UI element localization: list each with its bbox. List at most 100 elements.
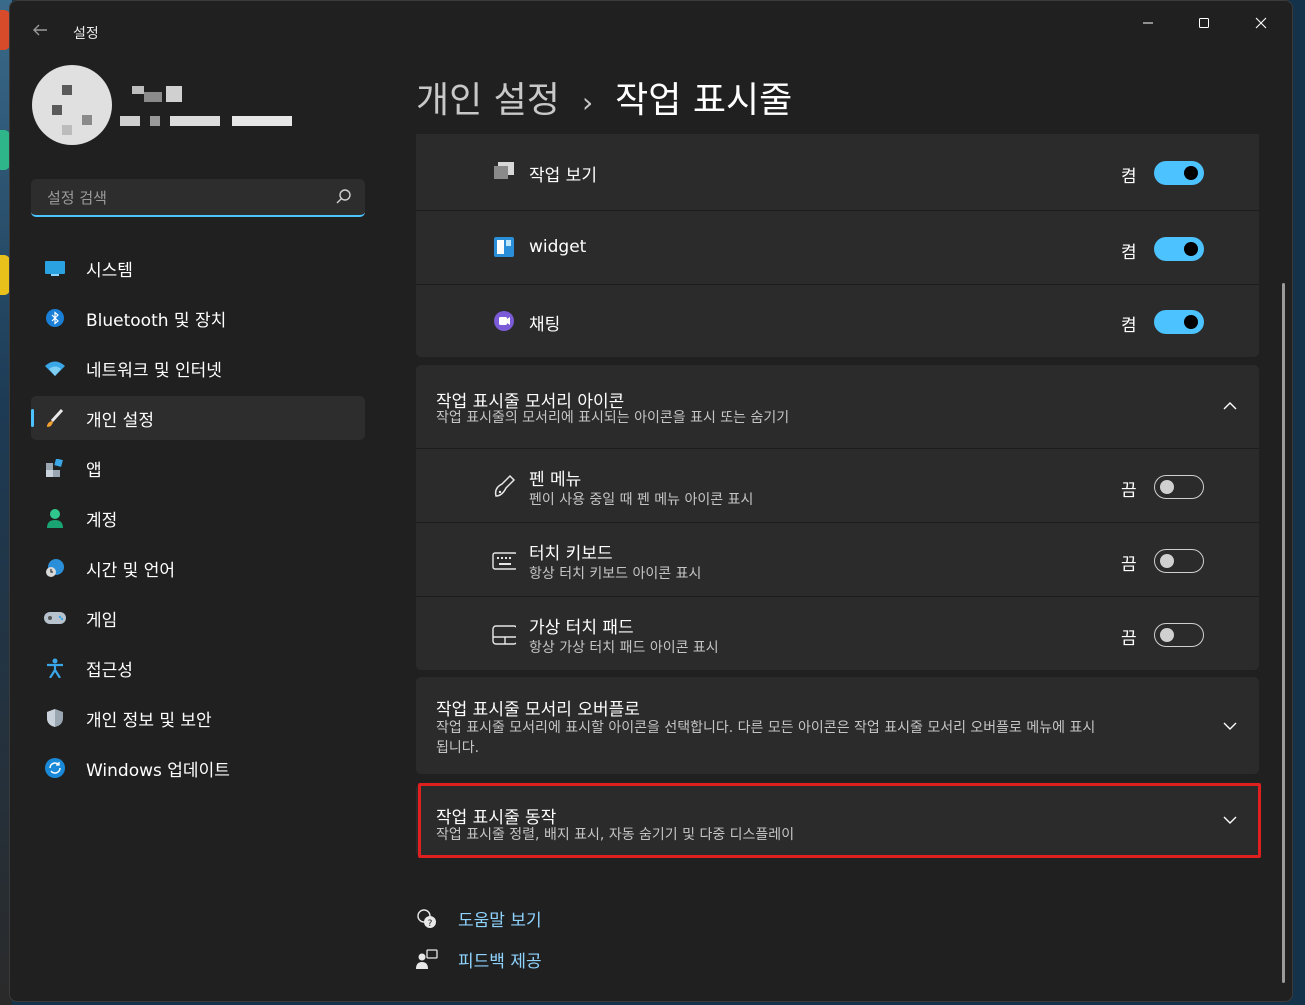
search-input[interactable]: [45, 186, 329, 210]
help-link[interactable]: ? 도움말 보기: [416, 906, 542, 931]
section-subtitle: 작업 표시줄 정렬, 배지 표시, 자동 숨기기 및 다중 디스플레이: [436, 827, 795, 843]
maximize-button[interactable]: [1184, 9, 1224, 37]
toggle-knob: [1160, 554, 1174, 568]
touchpad-icon: [492, 623, 516, 647]
monitor-icon: [44, 257, 66, 279]
setting-title: 채팅: [529, 315, 561, 335]
person-icon: [44, 507, 66, 529]
chat-icon: [492, 309, 516, 333]
toggle-state-label: 끔: [1121, 629, 1137, 649]
setting-row: 펜 메뉴 펜이 사용 중일 때 펜 메뉴 아이콘 표시 끔: [416, 448, 1259, 523]
profile-avatar[interactable]: [32, 65, 112, 145]
back-arrow-icon: [33, 24, 47, 36]
feedback-link[interactable]: 피드백 제공: [416, 947, 542, 972]
minimize-button[interactable]: [1128, 9, 1168, 37]
touch-keyboard-toggle[interactable]: [1154, 549, 1204, 573]
corner-icons-header[interactable]: 작업 표시줄 모서리 아이콘 작업 표시줄의 모서리에 표시되는 아이콘을 표시…: [416, 365, 1259, 448]
avatar-pixel: [62, 85, 72, 95]
chevron-down-icon[interactable]: [1221, 717, 1239, 735]
setting-title: 가상 터치 패드: [529, 618, 634, 638]
setting-title: 펜 메뉴: [529, 470, 582, 490]
pen-icon: [492, 474, 516, 499]
close-button[interactable]: [1241, 9, 1281, 37]
sidebar-item-label: 개인 정보 및 보안: [86, 710, 212, 731]
sidebar-item-label: 앱: [86, 460, 102, 481]
section-subtitle-line2: 됩니다.: [436, 740, 480, 756]
sidebar-item-privacy[interactable]: 개인 정보 및 보안: [31, 696, 365, 740]
chevron-down-icon[interactable]: [1221, 811, 1239, 829]
toggle-knob: [1160, 628, 1174, 642]
pen-menu-toggle[interactable]: [1154, 475, 1204, 499]
setting-row: widget 켬: [416, 210, 1259, 284]
back-button[interactable]: [28, 21, 52, 45]
feedback-link-label: 피드백 제공: [458, 952, 542, 972]
scrollbar-thumb[interactable]: [1282, 283, 1285, 983]
sidebar-item-system[interactable]: 시스템: [31, 246, 365, 290]
setting-title: 작업 보기: [529, 166, 597, 186]
toggle-state-label: 끔: [1121, 481, 1137, 501]
toggle-knob: [1184, 166, 1198, 180]
update-icon: [44, 757, 66, 779]
settings-window: 설정 시스템: [9, 0, 1293, 1002]
sidebar-item-personalization[interactable]: 개인 설정: [31, 396, 365, 440]
shield-icon: [44, 707, 66, 729]
sidebar-item-label: 시간 및 언어: [86, 560, 176, 581]
minimize-icon: [1143, 22, 1153, 24]
corner-overflow-card[interactable]: 작업 표시줄 모서리 오버플로 작업 표시줄 모서리에 표시할 아이콘을 선택합…: [416, 677, 1259, 774]
sidebar-item-label: Windows 업데이트: [86, 760, 230, 781]
maximize-icon: [1199, 18, 1209, 28]
breadcrumb: 개인 설정 › 작업 표시줄: [416, 71, 792, 123]
task-view-toggle[interactable]: [1154, 161, 1204, 185]
sidebar-item-network[interactable]: 네트워크 및 인터넷: [31, 346, 365, 390]
setting-row: 터치 키보드 항상 터치 키보드 아이콘 표시 끔: [416, 522, 1259, 597]
virtual-touchpad-toggle[interactable]: [1154, 623, 1204, 647]
feedback-icon: [416, 948, 438, 969]
breadcrumb-separator: ›: [581, 86, 594, 119]
sidebar-item-label: 네트워크 및 인터넷: [86, 360, 222, 381]
sidebar-item-time-language[interactable]: 시간 및 언어: [31, 546, 365, 590]
taskbar-items-card: 작업 보기 켬 widget 켬 채팅 켬: [416, 134, 1259, 357]
page-title: 작업 표시줄: [615, 80, 793, 121]
chevron-up-icon[interactable]: [1221, 397, 1239, 415]
toggle-knob: [1160, 480, 1174, 494]
sidebar-item-accessibility[interactable]: 접근성: [31, 646, 365, 690]
widgets-icon: [492, 235, 516, 259]
bluetooth-icon: [44, 307, 66, 329]
sidebar-item-gaming[interactable]: 게임: [31, 596, 365, 640]
close-icon: [1255, 17, 1267, 29]
title-bar: 설정: [10, 1, 1292, 42]
sidebar-item-label: 시스템: [86, 260, 133, 281]
widgets-toggle[interactable]: [1154, 237, 1204, 261]
section-subtitle: 작업 표시줄의 모서리에 표시되는 아이콘을 표시 또는 숨기기: [436, 410, 790, 426]
taskbar-behaviors-card[interactable]: 작업 표시줄 동작 작업 표시줄 정렬, 배지 표시, 자동 숨기기 및 다중 …: [416, 784, 1259, 856]
brush-icon: [44, 407, 66, 429]
task-view-icon: [492, 159, 516, 183]
sidebar-item-label: 접근성: [86, 660, 133, 681]
settings-search-box[interactable]: [31, 179, 365, 217]
search-icon[interactable]: [335, 188, 353, 206]
keyboard-icon: [492, 549, 516, 573]
apps-icon: [44, 457, 66, 479]
setting-title: 터치 키보드: [529, 544, 613, 564]
breadcrumb-parent[interactable]: 개인 설정: [416, 80, 560, 121]
profile-email-obscured: [120, 116, 292, 126]
setting-title: widget: [529, 237, 587, 257]
setting-row: 채팅 켬: [416, 284, 1259, 358]
toggle-knob: [1184, 315, 1198, 329]
chat-toggle[interactable]: [1154, 310, 1204, 334]
help-icon: ?: [417, 908, 436, 929]
sidebar-item-windows-update[interactable]: Windows 업데이트: [31, 746, 365, 790]
avatar-pixel: [62, 125, 72, 135]
svg-text:?: ?: [428, 919, 433, 929]
sidebar-item-bluetooth[interactable]: Bluetooth 및 장치: [31, 296, 365, 340]
gamepad-icon: [44, 607, 66, 629]
help-link-label: 도움말 보기: [458, 911, 542, 931]
accessibility-icon: [44, 657, 66, 679]
sidebar-nav: 시스템 Bluetooth 및 장치 네트워크 및 인터넷 개인 설정 앱 계정…: [31, 246, 365, 796]
sidebar-item-accounts[interactable]: 계정: [31, 496, 365, 540]
wifi-icon: [44, 357, 66, 379]
toggle-state-label: 켬: [1121, 243, 1137, 263]
sidebar-item-apps[interactable]: 앱: [31, 446, 365, 490]
avatar-pixel: [82, 115, 92, 125]
sidebar-item-label: Bluetooth 및 장치: [86, 310, 227, 331]
